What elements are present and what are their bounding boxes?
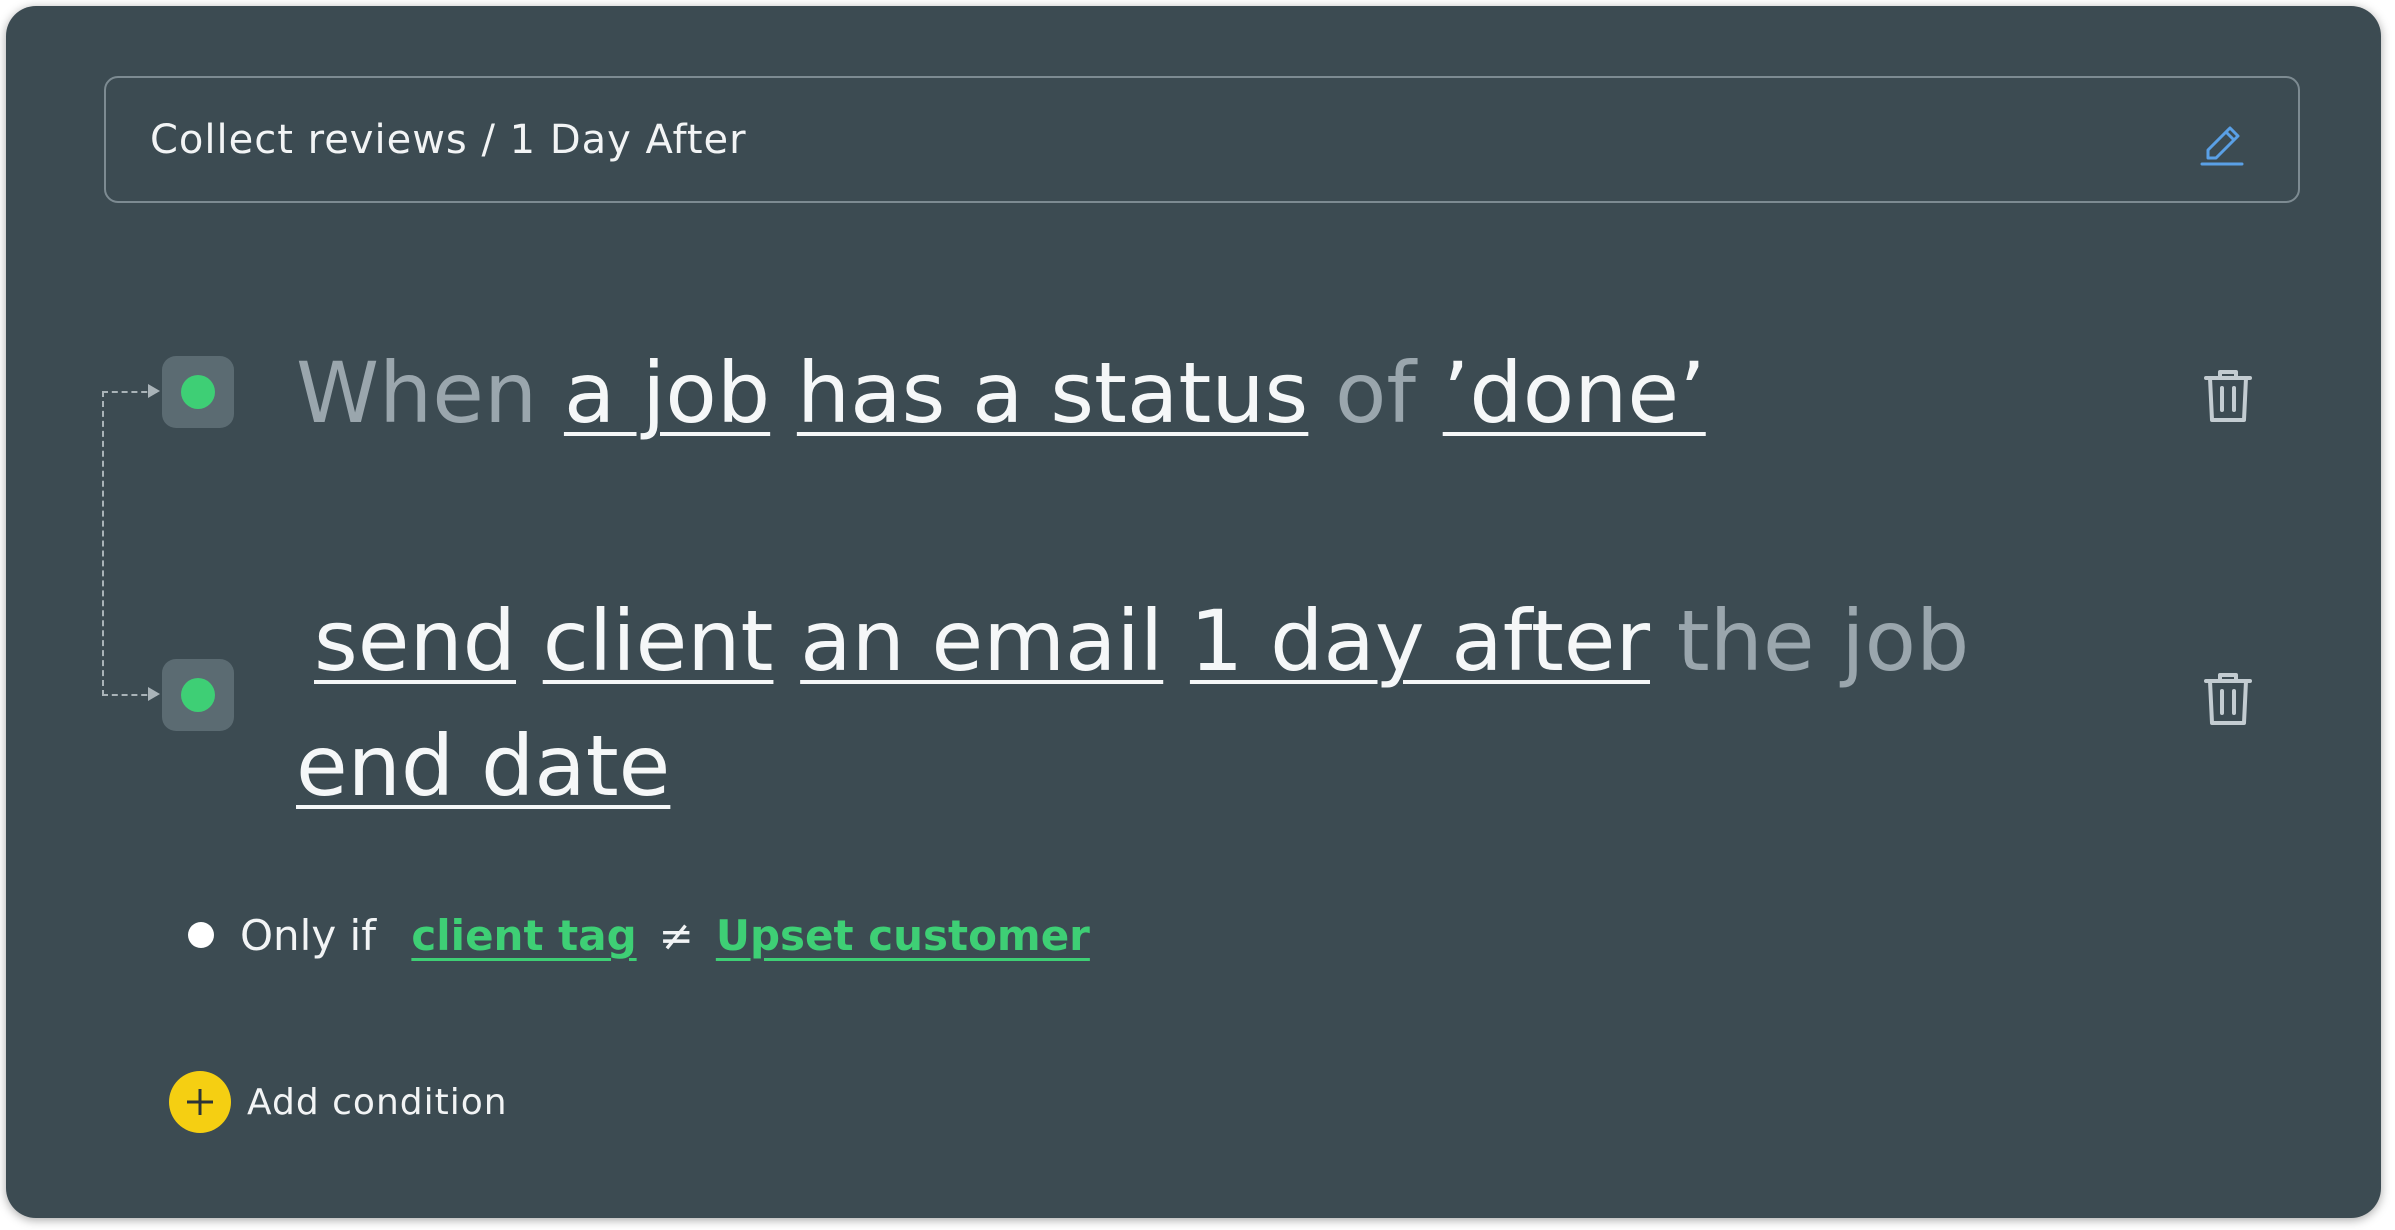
action-status-dot <box>162 659 234 731</box>
trigger-of-word: of <box>1335 344 1416 442</box>
action-sentence: send client an email 1 day after the job <box>296 579 1969 703</box>
action-channel[interactable]: an email <box>800 592 1163 690</box>
trigger-subject[interactable]: a job <box>564 344 770 442</box>
add-condition-button[interactable]: Add condition <box>169 1070 508 1134</box>
action-the-job-word: the job <box>1676 592 1970 690</box>
active-indicator <box>181 678 215 712</box>
active-indicator <box>181 375 215 409</box>
filter-operator[interactable]: ≠ <box>659 911 694 960</box>
action-sentence-line-2: end date <box>296 704 670 828</box>
automation-title-bar[interactable]: Collect reviews / 1 Day After <box>104 76 2300 203</box>
automation-card: Collect reviews / 1 Day After When a job… <box>6 6 2381 1218</box>
filter-field[interactable]: client tag <box>411 911 636 960</box>
trigger-status-dot <box>162 356 234 428</box>
pencil-icon[interactable] <box>2194 112 2250 168</box>
action-timing[interactable]: 1 day after <box>1190 592 1650 690</box>
filter-condition: Only if client tag ≠ Upset customer <box>188 906 1090 966</box>
delete-trigger-icon[interactable] <box>2198 364 2258 428</box>
plus-icon <box>169 1071 231 1133</box>
action-reference[interactable]: end date <box>296 717 670 815</box>
trigger-condition[interactable]: has a status <box>797 344 1308 442</box>
connector-arrow-bottom <box>148 687 160 701</box>
action-recipient[interactable]: client <box>543 592 774 690</box>
delete-action-icon[interactable] <box>2198 667 2258 731</box>
trigger-sentence: When a job has a status of ’done’ <box>296 331 1706 455</box>
filter-bullet <box>188 922 214 948</box>
trigger-value[interactable]: ’done’ <box>1443 344 1706 442</box>
connector-arrow-top <box>148 384 160 398</box>
add-condition-label: Add condition <box>247 1081 508 1123</box>
automation-title: Collect reviews / 1 Day After <box>150 117 747 163</box>
trigger-when-word: When <box>296 344 538 442</box>
filter-value[interactable]: Upset customer <box>716 911 1090 960</box>
step-connector <box>102 391 157 696</box>
filter-prefix: Only if <box>240 911 377 960</box>
action-verb[interactable]: send <box>314 592 516 690</box>
